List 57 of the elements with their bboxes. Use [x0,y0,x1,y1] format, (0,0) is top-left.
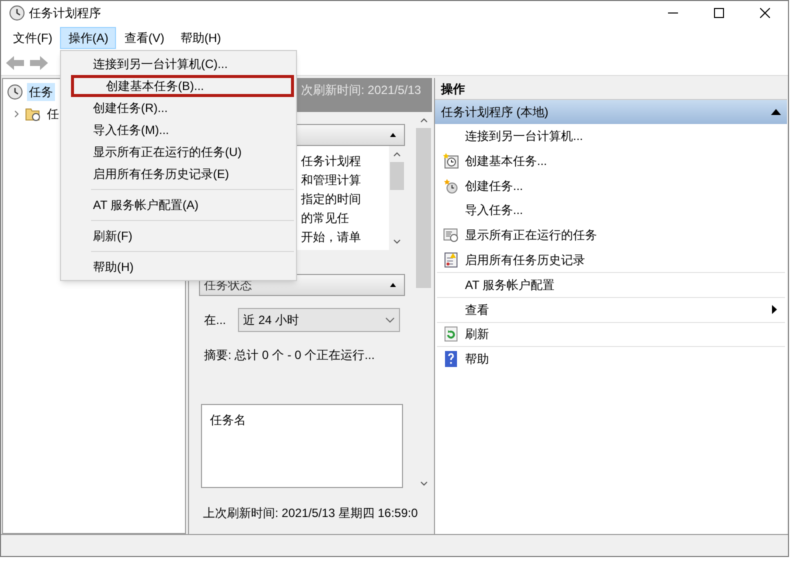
scroll-thumb[interactable] [416,128,431,288]
action-item[interactable]: 显示所有正在运行的任务 [465,226,597,244]
list-clock-icon [443,227,459,244]
action-item[interactable]: 刷新 [465,325,489,344]
action-item[interactable]: AT 服务帐户配置 [465,276,555,294]
scroll-thumb[interactable] [390,162,404,190]
action-item[interactable]: 导入任务... [465,201,524,220]
refresh-icon [443,326,459,342]
refresh-time-text: 上次刷新时间: 2021/5/13 星期四 16:59:0 [202,505,419,522]
menu-item[interactable]: 查看(V) [116,26,172,48]
filter-label: 在... [204,312,226,329]
action-item[interactable]: 连接到另一台计算机... [465,127,584,146]
window-title: 任务计划程序 [29,5,101,22]
overview-text: 开始，请单 [301,229,362,246]
tree-item[interactable]: 任务 [27,83,55,101]
chevron-icon[interactable] [13,110,21,118]
menu-option[interactable]: 导入任务(M)... [61,119,296,141]
collapse-icon [390,283,396,287]
scroll-up-icon[interactable] [393,150,401,158]
overview-text: 的常见任 [301,210,350,227]
time-dropdown[interactable]: 近 24 小时 [238,308,400,332]
notebook-icon [443,252,459,268]
app-icon [9,5,25,21]
action-item[interactable]: 创建基本任务... [465,152,548,170]
pane-title: 操作 [435,78,787,100]
menu-option[interactable]: 显示所有正在运行的任务(U) [61,141,296,163]
collapse-icon [390,133,396,137]
action-item[interactable]: 创建任务... [465,176,524,195]
menu-option[interactable]: 刷新(F) [61,225,296,247]
summary-text: 摘要: 总计 0 个 - 0 个正在运行... [203,347,376,364]
folder-clock-icon [25,106,41,122]
back-arrow-icon[interactable] [5,54,25,70]
help-icon [443,351,459,368]
action-item[interactable]: 帮助 [465,350,489,368]
action-item[interactable]: 查看 [465,300,489,319]
scroll-up-icon[interactable] [420,116,428,124]
column-header: 任务名 [210,413,246,427]
scroll-down-icon[interactable] [420,480,428,488]
maximize-icon [714,8,724,18]
menu-option[interactable]: 创建基本任务(B)... [71,75,294,97]
menu-option[interactable]: AT 服务帐户配置(A) [61,194,296,216]
menu-item[interactable]: 文件(F) [5,26,60,48]
menu-option[interactable]: 启用所有任务历史记录(E) [61,163,296,185]
scroll-down-icon[interactable] [393,238,401,246]
menu-item[interactable]: 操作(A) [60,26,116,48]
overview-text: 任务计划程 [301,153,362,170]
action-group-header[interactable]: 任务计划程序 (本地) [435,100,787,124]
clock-icon [7,84,23,100]
action-item[interactable]: 启用所有任务历史记录 [465,250,585,269]
overview-text: 指定的时间 [301,191,362,208]
tree-item[interactable]: 任 [45,105,61,123]
chevron-down-icon [385,317,395,323]
close-icon [760,8,770,18]
forward-arrow-icon[interactable] [29,54,49,70]
overview-text: 和管理计算 [301,172,362,189]
clock-star-icon [443,178,459,194]
menu-item[interactable]: 帮助(H) [172,26,229,48]
